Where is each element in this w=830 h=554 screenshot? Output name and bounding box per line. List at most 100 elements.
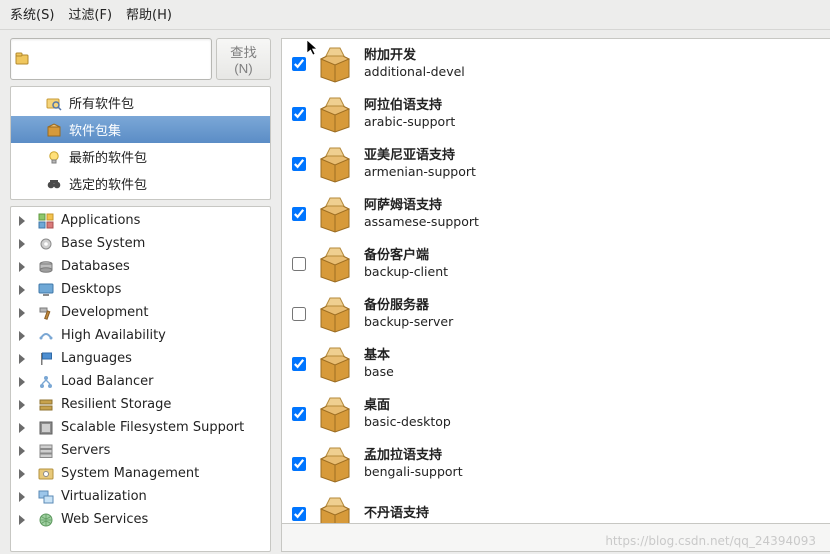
package-row-assamese-support[interactable]: 阿萨姆语支持assamese-support	[282, 189, 830, 239]
hammer-icon	[37, 304, 55, 322]
menu-help[interactable]: 帮助(H)	[126, 4, 172, 23]
expander-icon[interactable]	[19, 515, 25, 525]
filter-item-0[interactable]: 所有软件包	[11, 89, 270, 116]
package-title: 备份服务器	[364, 298, 453, 314]
package-checkbox[interactable]	[292, 257, 306, 271]
expander-icon[interactable]	[19, 331, 25, 341]
rs-icon	[37, 396, 55, 414]
expander-icon[interactable]	[19, 492, 25, 502]
tree-item-applications[interactable]: Applications	[11, 209, 270, 232]
expander-icon[interactable]	[19, 354, 25, 364]
gear-icon	[37, 235, 55, 253]
package-sub: base	[364, 364, 394, 380]
package-sub: backup-client	[364, 264, 448, 280]
tree-item-system-management[interactable]: System Management	[11, 462, 270, 485]
package-row-arabic-support[interactable]: 阿拉伯语支持arabic-support	[282, 89, 830, 139]
tree-label: Web Services	[61, 512, 148, 527]
package-texts: 备份客户端backup-client	[364, 248, 448, 280]
menu-filter[interactable]: 过滤(F)	[68, 4, 112, 23]
package-checkbox[interactable]	[292, 307, 306, 321]
expander-icon[interactable]	[19, 469, 25, 479]
content-area: 查找(N) 所有软件包软件包集最新的软件包选定的软件包 Applications…	[0, 30, 830, 554]
tree-item-development[interactable]: Development	[11, 301, 270, 324]
package-sub: additional-devel	[364, 64, 465, 80]
package-texts: 备份服务器backup-server	[364, 298, 453, 330]
package-checkbox[interactable]	[292, 407, 306, 421]
flag-icon	[37, 350, 55, 368]
tree-item-desktops[interactable]: Desktops	[11, 278, 270, 301]
apps-icon	[37, 212, 55, 230]
package-title: 基本	[364, 348, 394, 364]
expander-icon[interactable]	[19, 400, 25, 410]
package-box-icon	[316, 495, 354, 524]
expander-icon[interactable]	[19, 308, 25, 318]
filter-item-3[interactable]: 选定的软件包	[11, 170, 270, 197]
filter-item-2[interactable]: 最新的软件包	[11, 143, 270, 170]
package-row-backup-client[interactable]: 备份客户端backup-client	[282, 239, 830, 289]
package-checkbox[interactable]	[292, 457, 306, 471]
expander-icon[interactable]	[19, 239, 25, 249]
expander-icon[interactable]	[19, 446, 25, 456]
package-sub: bengali-support	[364, 464, 463, 480]
tree-label: Scalable Filesystem Support	[61, 420, 244, 435]
package-texts: 桌面basic-desktop	[364, 398, 451, 430]
menu-system[interactable]: 系统(S)	[10, 4, 54, 23]
package-checkbox[interactable]	[292, 57, 306, 71]
package-checkbox[interactable]	[292, 107, 306, 121]
package-sub: assamese-support	[364, 214, 479, 230]
tree-item-web-services[interactable]: Web Services	[11, 508, 270, 531]
expander-icon[interactable]	[19, 216, 25, 226]
folder-search-icon	[15, 51, 31, 67]
package-box-icon	[316, 245, 354, 283]
tree-item-high-availability[interactable]: High Availability	[11, 324, 270, 347]
filter-item-1[interactable]: 软件包集	[11, 116, 270, 143]
expander-icon[interactable]	[19, 285, 25, 295]
package-sub: backup-server	[364, 314, 453, 330]
fs-icon	[37, 419, 55, 437]
tree-label: Desktops	[61, 282, 121, 297]
package-sub: armenian-support	[364, 164, 476, 180]
package-box-icon	[316, 345, 354, 383]
package-row-basic-desktop[interactable]: 桌面basic-desktop	[282, 389, 830, 439]
package-sub: arabic-support	[364, 114, 455, 130]
expander-icon[interactable]	[19, 377, 25, 387]
package-list[interactable]: 附加开发additional-devel 阿拉伯语支持arabic-support…	[281, 38, 830, 524]
servers-icon	[37, 442, 55, 460]
package-title: 阿拉伯语支持	[364, 98, 455, 114]
package-box-icon	[316, 295, 354, 333]
package-texts: 亚美尼亚语支持armenian-support	[364, 148, 476, 180]
package-row-base[interactable]: 基本base	[282, 339, 830, 389]
package-row-armenian-support[interactable]: 亚美尼亚语支持armenian-support	[282, 139, 830, 189]
tree-item-scalable-filesystem-support[interactable]: Scalable Filesystem Support	[11, 416, 270, 439]
package-row-additional-devel[interactable]: 附加开发additional-devel	[282, 39, 830, 89]
tree-item-load-balancer[interactable]: Load Balancer	[11, 370, 270, 393]
package-box-icon	[316, 45, 354, 83]
package-checkbox[interactable]	[292, 207, 306, 221]
desktop-icon	[37, 281, 55, 299]
package-row-[interactable]: 不丹语支持	[282, 489, 830, 524]
package-checkbox[interactable]	[292, 507, 306, 521]
ha-icon	[37, 327, 55, 345]
package-checkbox[interactable]	[292, 357, 306, 371]
package-texts: 附加开发additional-devel	[364, 48, 465, 80]
tree-item-resilient-storage[interactable]: Resilient Storage	[11, 393, 270, 416]
tree-item-languages[interactable]: Languages	[11, 347, 270, 370]
tree-item-databases[interactable]: Databases	[11, 255, 270, 278]
expander-icon[interactable]	[19, 423, 25, 433]
status-strip	[281, 524, 830, 552]
package-title: 备份客户端	[364, 248, 448, 264]
package-row-bengali-support[interactable]: 孟加拉语支持bengali-support	[282, 439, 830, 489]
package-sub: basic-desktop	[364, 414, 451, 430]
package-checkbox[interactable]	[292, 157, 306, 171]
tree-item-servers[interactable]: Servers	[11, 439, 270, 462]
tree-item-virtualization[interactable]: Virtualization	[11, 485, 270, 508]
search-input[interactable]	[31, 52, 207, 67]
tree-item-base-system[interactable]: Base System	[11, 232, 270, 255]
package-row-backup-server[interactable]: 备份服务器backup-server	[282, 289, 830, 339]
category-tree[interactable]: ApplicationsBase System Databases Desktops…	[10, 206, 271, 552]
tree-label: Resilient Storage	[61, 397, 171, 412]
expander-icon[interactable]	[19, 262, 25, 272]
tree-label: Databases	[61, 259, 130, 274]
package-icon	[45, 121, 63, 139]
find-button[interactable]: 查找(N)	[216, 38, 271, 80]
